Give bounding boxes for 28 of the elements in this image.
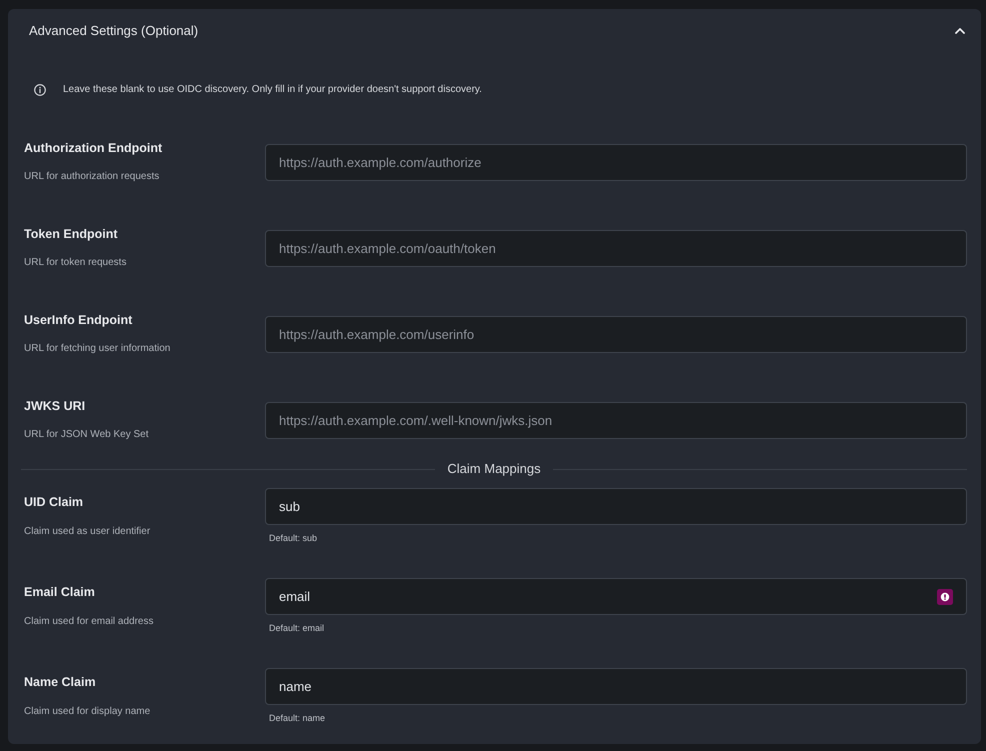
field-label: Authorization Endpoint [24, 140, 162, 156]
default-hint: Default: email [269, 622, 324, 634]
url-input-field[interactable]: https://auth.example.com/authorize [265, 144, 967, 180]
field-label: UserInfo Endpoint [24, 312, 132, 328]
field-label: UID Claim [24, 494, 84, 510]
section-title: Advanced Settings (Optional) [29, 22, 198, 38]
field-label: Name Claim [24, 674, 96, 690]
default-hint: Default: sub [269, 532, 318, 544]
field-label: JWKS URI [24, 398, 86, 414]
notice-text: Leave these blank to use OIDC discovery. Only fill in if your provider doesn't support discovery. [63, 83, 482, 97]
field-description: Claim used for display name [24, 704, 150, 718]
claim-input-field[interactable]: name [265, 668, 967, 705]
section-divider-label: Claim Mappings [447, 462, 541, 476]
field-description: URL for JSON Web Key Set [24, 428, 148, 442]
field-label: Email Claim [24, 584, 95, 600]
url-input-field[interactable]: https://auth.example.com/userinfo [265, 316, 967, 352]
url-input-field[interactable]: https://auth.example.com/.well-known/jwks.json [265, 402, 967, 438]
claim-input-field[interactable]: email [265, 578, 967, 615]
field-label: Token Endpoint [24, 226, 118, 242]
default-hint: Default: name [269, 712, 326, 724]
claim-input-field[interactable]: sub [265, 488, 967, 525]
url-input-field[interactable]: https://auth.example.com/oauth/token [265, 230, 967, 266]
info-icon [34, 84, 46, 96]
field-description: URL for token requests [24, 256, 126, 270]
field-description: URL for authorization requests [24, 170, 160, 184]
field-description: Claim used for email address [24, 614, 154, 628]
field-description: Claim used as user identifier [24, 524, 150, 538]
field-description: URL for fetching user information [24, 342, 170, 356]
